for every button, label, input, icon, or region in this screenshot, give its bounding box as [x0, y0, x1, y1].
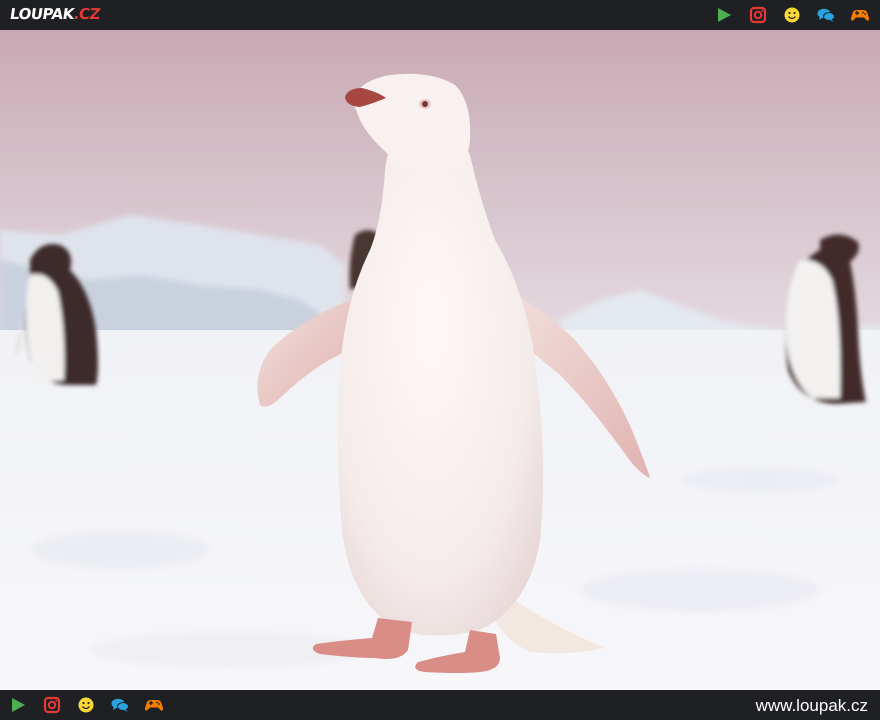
- site-logo[interactable]: LOUPAK.CZ: [9, 4, 102, 24]
- gamepad-icon[interactable]: [850, 5, 870, 25]
- bottom-icon-bar: [8, 695, 164, 715]
- instagram-icon[interactable]: [748, 5, 768, 25]
- top-icon-bar: [714, 5, 870, 25]
- penguin-photo: [0, 30, 880, 690]
- logo-text: LOUPAK: [8, 5, 76, 23]
- gamepad-icon[interactable]: [144, 695, 164, 715]
- chat-icon[interactable]: [816, 5, 836, 25]
- play-icon[interactable]: [8, 695, 28, 715]
- smiley-icon[interactable]: [782, 5, 802, 25]
- play-icon[interactable]: [714, 5, 734, 25]
- instagram-icon[interactable]: [42, 695, 62, 715]
- eye: [422, 101, 428, 107]
- smiley-icon[interactable]: [76, 695, 96, 715]
- logo-domain: .CZ: [72, 5, 102, 23]
- top-bar: LOUPAK.CZ: [0, 0, 880, 30]
- site-url-link[interactable]: www.loupak.cz: [756, 696, 868, 716]
- penguin-illustration: [0, 30, 880, 690]
- chat-icon[interactable]: [110, 695, 130, 715]
